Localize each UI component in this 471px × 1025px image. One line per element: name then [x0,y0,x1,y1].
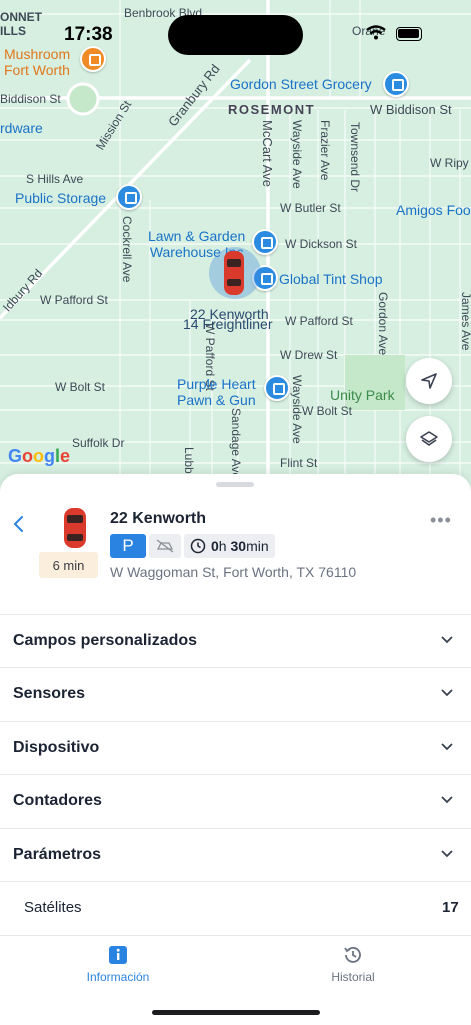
sheet-grabber[interactable] [216,482,254,487]
roundabout-icon [66,82,100,116]
dynamic-island [168,15,303,55]
street-label: W Bolt St [55,380,106,394]
poi-label[interactable]: Gordon Street Grocery [230,76,372,92]
engine-off-icon [156,539,174,553]
info-icon [109,946,127,964]
locate-button[interactable] [406,358,452,404]
street-label: Sandage Ave [229,408,243,480]
eta-badge: 6 min [39,552,98,578]
map-view[interactable]: Benbrook Blvd ONNET ILLS Orane Granbury … [0,0,471,500]
park-label[interactable]: Unity Park [330,387,395,403]
status-time: 17:38 [64,24,113,45]
street-label: W Biddison St [370,102,452,117]
parameter-label: Satélites [24,899,82,916]
section-label: Contadores [13,792,102,809]
clock-icon [190,538,206,554]
more-options-button[interactable]: ••• [430,510,452,531]
vehicle-car-icon[interactable] [222,249,246,297]
history-icon [344,947,361,963]
street-label: James Ave [459,292,471,351]
vehicle-map-label[interactable]: 14 Freightliner [183,316,273,332]
map-layers-button[interactable] [406,416,452,462]
section-sensors[interactable]: Sensores [0,667,471,721]
tab-label: Información [86,970,150,984]
street-label: W Butler St [280,201,341,215]
poi-label[interactable]: Public Storage [15,190,106,206]
back-chevron-icon[interactable] [12,514,26,534]
chevron-down-icon [441,636,453,644]
street-label: W Ripy St [430,156,471,170]
home-indicator[interactable] [152,1010,320,1015]
poi-label: Amigos Foo [396,202,471,218]
section-custom-fields[interactable]: Campos personalizados [0,614,471,668]
street-label: W Dickson St [285,237,358,251]
vehicle-address: W Waggoman St, Fort Worth, TX 76110 [110,564,357,580]
vehicle-name: 22 Kenworth [110,510,207,527]
parameter-value: 17 [442,899,459,916]
google-logo: Google [8,446,71,466]
poi-label[interactable]: Purple Heart Pawn & Gun [177,376,256,408]
tab-history[interactable]: Historial [235,936,471,996]
section-label: Dispositivo [13,739,100,756]
chevron-down-icon [441,796,453,804]
vehicle-car-icon [64,508,86,548]
street-label: Suffolk Dr [72,436,125,450]
street-label: W Drew St [280,348,338,362]
street-label: W Pafford St [40,293,108,307]
section-counters[interactable]: Contadores [0,774,471,828]
section-label: Sensores [13,685,86,702]
section-parameters[interactable]: Parámetros [0,828,471,882]
street-label: Biddison St [0,92,61,106]
status-bar: 17:38 [0,0,471,60]
ignition-off-badge [149,534,181,558]
duration-hours-unit: h [218,538,227,554]
shopping-bag-icon[interactable] [383,71,409,97]
street-label: Frazier Ave [318,120,332,181]
tab-information[interactable]: Información [0,936,236,996]
parking-badge: P [110,534,146,558]
duration-minutes-unit: min [246,538,269,554]
street-label: S Hills Ave [26,172,84,186]
district-label: ROSEMONT [228,102,316,117]
chevron-up-icon [441,850,453,858]
tab-label: Historial [331,970,375,984]
parameter-row-satellites: Satélites 17 [0,881,471,934]
poi-label[interactable]: Global Tint Shop [279,271,383,287]
street-label: Flint St [280,456,318,470]
section-label: Parámetros [13,846,102,863]
poi-label: rdware [0,120,43,136]
duration-minutes: 30 [230,538,247,554]
section-label: Campos personalizados [13,632,198,649]
street-label: W Bolt St [302,404,353,418]
street-label: Gordon Ave [376,292,390,356]
shopping-bag-icon[interactable] [264,375,290,401]
vehicle-status-chips: P 0h 30 min [110,534,275,558]
shopping-bag-icon[interactable] [252,229,278,255]
navigation-arrow-icon [421,373,437,389]
shopping-bag-icon[interactable] [116,184,142,210]
battery-icon [396,27,422,41]
street-label: Cockrell Ave [120,216,134,283]
wifi-icon [366,25,386,40]
street-label: McCart Ave [260,120,275,187]
duration-hours: 0 [211,538,219,554]
section-device[interactable]: Dispositivo [0,721,471,775]
street-label: Townsend Dr [348,122,362,193]
chevron-down-icon [441,689,453,697]
duration-badge: 0h 30 min [184,534,275,558]
chevron-down-icon [441,743,453,751]
street-label: W Pafford St [285,314,353,328]
street-label: Wayside Ave [290,120,304,189]
street-label: Wayside Ave [290,375,304,444]
layers-icon [420,431,438,446]
